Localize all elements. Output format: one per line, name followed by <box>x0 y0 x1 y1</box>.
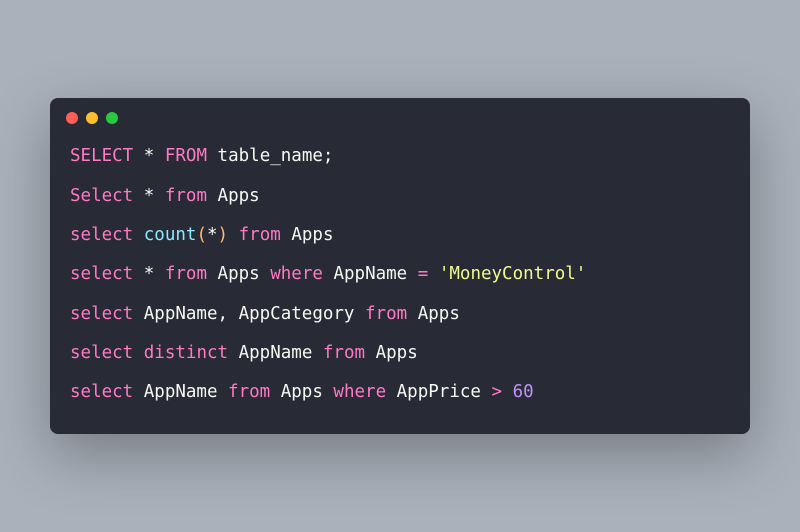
code-token: Apps <box>207 186 260 206</box>
code-token <box>133 186 144 206</box>
code-editor[interactable]: SELECT * FROM table_name; Select * from A… <box>50 132 750 434</box>
code-token: from <box>165 186 207 206</box>
code-token: Apps <box>365 343 418 363</box>
code-token: * <box>144 146 155 166</box>
code-token: table_name; <box>207 146 333 166</box>
code-token <box>428 264 439 284</box>
maximize-icon[interactable] <box>106 112 118 124</box>
code-token: 60 <box>513 382 534 402</box>
code-token: from <box>323 343 365 363</box>
code-window: SELECT * FROM table_name; Select * from A… <box>50 98 750 434</box>
code-token: Apps <box>281 225 334 245</box>
code-token: select <box>70 264 133 284</box>
code-token: 'MoneyControl' <box>439 264 587 284</box>
code-token: SELECT <box>70 146 133 166</box>
close-icon[interactable] <box>66 112 78 124</box>
code-token <box>154 264 165 284</box>
code-token <box>228 225 239 245</box>
code-token: where <box>270 264 323 284</box>
code-token: from <box>228 382 270 402</box>
code-token: > <box>491 382 502 402</box>
code-line: Select * from Apps <box>70 184 730 209</box>
code-token <box>133 225 144 245</box>
code-token: FROM <box>165 146 207 166</box>
code-token: select <box>70 382 133 402</box>
code-token <box>133 146 144 166</box>
code-token: select <box>70 304 133 324</box>
code-token: from <box>365 304 407 324</box>
code-token <box>154 186 165 206</box>
code-token: AppName <box>228 343 323 363</box>
code-token: AppPrice <box>386 382 491 402</box>
code-token: AppName, AppCategory <box>133 304 365 324</box>
code-token: * <box>144 186 155 206</box>
title-bar <box>50 98 750 132</box>
code-token: distinct <box>144 343 228 363</box>
code-line: select * from Apps where AppName = 'Mone… <box>70 262 730 287</box>
code-token: where <box>333 382 386 402</box>
code-token: AppName <box>133 382 228 402</box>
code-line: select AppName, AppCategory from Apps <box>70 302 730 327</box>
code-token <box>133 343 144 363</box>
code-token <box>502 382 513 402</box>
code-token: count <box>144 225 197 245</box>
code-token: = <box>418 264 429 284</box>
minimize-icon[interactable] <box>86 112 98 124</box>
code-token: Apps <box>270 382 333 402</box>
code-token: from <box>165 264 207 284</box>
code-token: ( <box>196 225 207 245</box>
code-line: select AppName from Apps where AppPrice … <box>70 380 730 405</box>
code-token <box>133 264 144 284</box>
code-token: Apps <box>207 264 270 284</box>
code-token: from <box>239 225 281 245</box>
code-token: AppName <box>323 264 418 284</box>
code-token <box>154 146 165 166</box>
code-token: Apps <box>407 304 460 324</box>
code-token: * <box>144 264 155 284</box>
code-token: * <box>207 225 218 245</box>
code-token: select <box>70 343 133 363</box>
code-line: SELECT * FROM table_name; <box>70 144 730 169</box>
code-token: Select <box>70 186 133 206</box>
code-line: select count(*) from Apps <box>70 223 730 248</box>
code-token: ) <box>218 225 229 245</box>
code-line: select distinct AppName from Apps <box>70 341 730 366</box>
code-token: select <box>70 225 133 245</box>
